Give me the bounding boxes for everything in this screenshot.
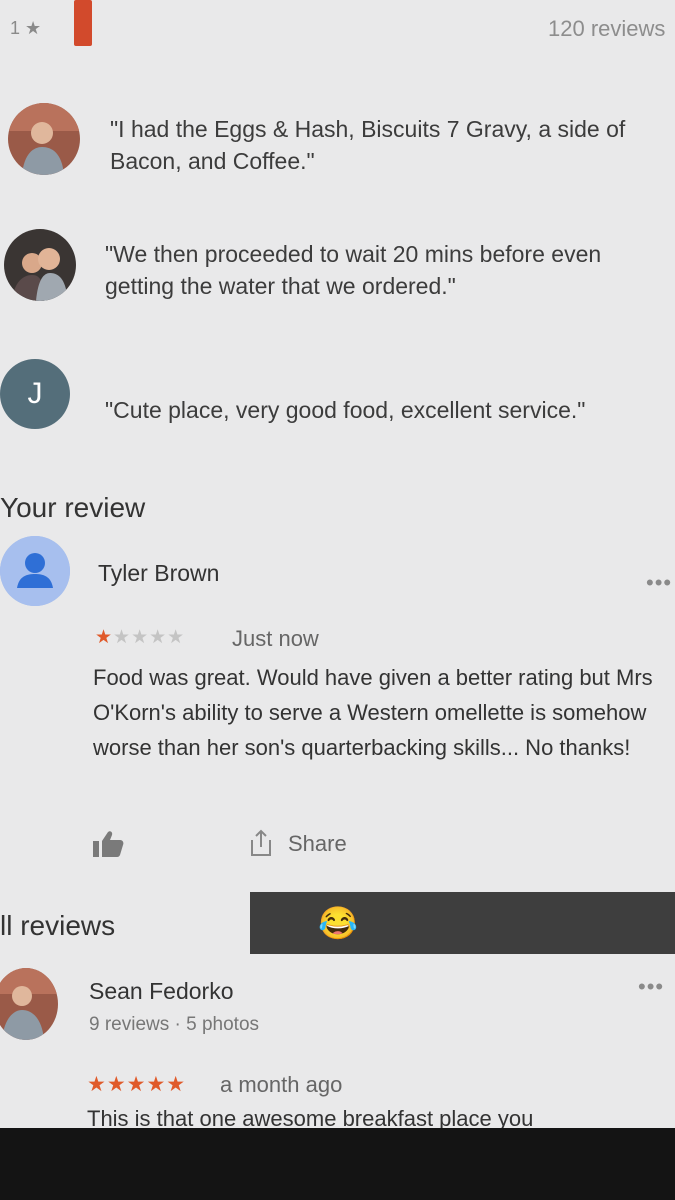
snippet-quote[interactable]: "I had the Eggs & Hash, Biscuits 7 Gravy… <box>110 113 675 177</box>
star-filled-icon: ★ <box>95 627 114 648</box>
rating-stars: ★★★★★ <box>87 1073 187 1096</box>
reviewer-meta: 9 reviews · 5 photos <box>89 1014 260 1035</box>
share-icon <box>251 829 271 856</box>
snippet-avatar <box>8 103 80 175</box>
reviewer-avatar <box>0 968 58 1040</box>
reviews-count[interactable]: 120 reviews <box>548 16 665 42</box>
share-label: Share <box>288 831 347 856</box>
device-bezel <box>0 1128 675 1200</box>
laughing-emoji-icon: 😂 <box>318 905 358 941</box>
snippet-avatar <box>4 229 76 301</box>
review-time: a month ago <box>220 1072 343 1097</box>
letter-avatar: J <box>0 359 70 429</box>
review-time: Just now <box>232 626 319 651</box>
user-avatar-icon <box>0 536 70 606</box>
more-options-icon[interactable]: ••• <box>646 570 672 596</box>
snippet-quote[interactable]: "Cute place, very good food, excellent s… <box>105 394 670 426</box>
rating-stars: ★★★★★ <box>95 626 185 649</box>
thumbs-up-icon <box>93 831 124 857</box>
all-reviews-title: ll reviews <box>0 910 116 941</box>
your-review-title: Your review <box>0 492 146 523</box>
rating-value: 1 ★ <box>10 18 42 38</box>
snippet-quote[interactable]: "We then proceeded to wait 20 mins befor… <box>105 238 670 302</box>
reviewer-name[interactable]: Sean Fedorko <box>89 978 233 1005</box>
share-button[interactable]: Share <box>248 828 358 860</box>
all-reviews-header: ll reviews 😂 <box>0 892 675 954</box>
star-empty-icon: ★★★★ <box>113 627 186 648</box>
reviewer-name[interactable]: Tyler Brown <box>98 560 219 587</box>
rating-bar <box>74 0 92 46</box>
more-options-icon[interactable]: ••• <box>638 974 664 1000</box>
review-text: Food was great. Would have given a bette… <box>93 665 653 760</box>
like-button[interactable] <box>92 829 126 859</box>
